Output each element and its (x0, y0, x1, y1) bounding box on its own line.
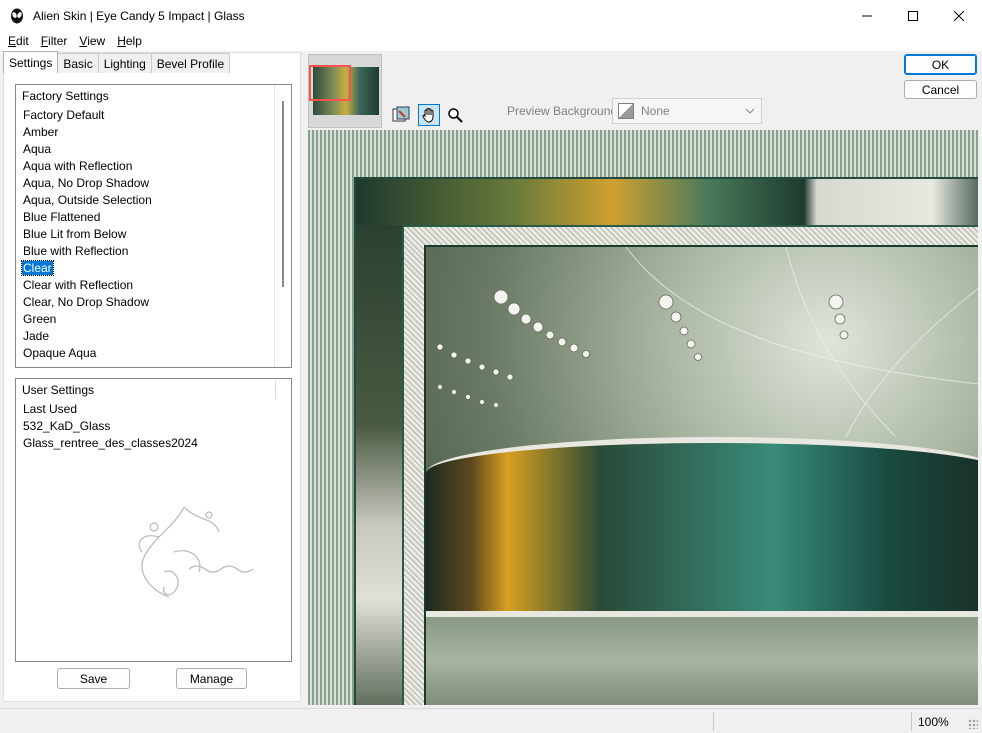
background-swatch (618, 103, 634, 119)
preview-background-value: None (641, 104, 670, 118)
list-item-label: Jade (23, 329, 50, 343)
list-item-label: Factory Default (23, 108, 105, 122)
tab-settings[interactable]: Settings (3, 51, 59, 73)
view-frame[interactable] (309, 65, 351, 101)
title-bar: Alien Skin | Eye Candy 5 Impact | Glass (0, 0, 982, 31)
art-bottom-panel (426, 617, 978, 705)
list-item-label: Aqua (23, 142, 52, 156)
list-item-label: Amber (23, 125, 59, 139)
list-item[interactable]: Clear with Reflection (22, 277, 291, 294)
list-item[interactable]: Jade (22, 328, 291, 345)
art-inner-frame (402, 225, 978, 705)
resize-grip[interactable] (968, 719, 978, 729)
signature-watermark (138, 506, 254, 598)
list-item[interactable]: Opaque Aqua (22, 345, 291, 362)
art-left-band (356, 225, 402, 705)
alien-skin-icon (9, 8, 25, 24)
menu-filter[interactable]: Filter (35, 34, 74, 48)
list-item-label: Blue Lit from Below (23, 227, 127, 241)
preview-canvas[interactable] (308, 130, 978, 705)
art-inner-panel (424, 245, 978, 705)
factory-settings-list[interactable]: Factory Settings Factory Default Amber Aqu… (15, 84, 292, 368)
scroll-thumb[interactable] (282, 101, 284, 287)
list-item[interactable]: Blue Flattened (22, 209, 291, 226)
list-item[interactable]: Green (22, 311, 291, 328)
list-item[interactable]: Aqua (22, 141, 291, 158)
ok-button[interactable]: OK (904, 54, 977, 75)
list-item-label: Last Used (23, 402, 78, 416)
list-item-label: Green (23, 312, 57, 326)
tab-basic[interactable]: Basic (57, 53, 99, 73)
maximize-button[interactable] (890, 0, 936, 31)
minimize-button[interactable] (844, 0, 890, 31)
tab-strip: Settings Basic Lighting Bevel Profile (3, 51, 231, 73)
list-item[interactable]: Factory Default (22, 107, 291, 124)
list-item-label: 532_KaD_Glass (23, 419, 111, 433)
window-title: Alien Skin | Eye Candy 5 Impact | Glass (33, 8, 245, 23)
list-item-label: Blue Flattened (23, 210, 101, 224)
list-item-label: Clear, No Drop Shadow (23, 295, 150, 309)
list-item[interactable]: Amber (22, 124, 291, 141)
tab-bevel-profile[interactable]: Bevel Profile (150, 53, 231, 73)
minimize-icon (862, 15, 872, 16)
zoom-level: 100% (918, 715, 949, 729)
list-item[interactable]: 532_KaD_Glass (22, 418, 291, 435)
list-item[interactable]: Blue Lit from Below (22, 226, 291, 243)
magnifier-icon (448, 108, 463, 123)
cancel-button[interactable]: Cancel (904, 80, 977, 99)
tab-lighting[interactable]: Lighting (97, 53, 152, 73)
list-item[interactable]: Blue with Reflection (22, 243, 291, 260)
list-item-label: Blue with Reflection (23, 244, 129, 258)
status-separator (911, 712, 912, 731)
preview-background-select[interactable]: None (612, 98, 762, 124)
status-separator (713, 712, 714, 731)
hand-tool-button[interactable] (418, 104, 440, 126)
menu-edit[interactable]: Edit (2, 34, 35, 48)
list-item-label: Opaque Aqua (23, 346, 97, 360)
list-item-label: Clear with Reflection (23, 278, 134, 292)
menu-bar: Edit Filter View Help (0, 31, 982, 51)
list-item[interactable]: Aqua with Reflection (22, 158, 291, 175)
header-divider (275, 381, 276, 399)
user-settings-list[interactable]: User Settings Last Used 532_KaD_Glass Glas… (15, 378, 292, 662)
list-item[interactable]: Aqua, Outside Selection (22, 192, 291, 209)
list-item-label: Aqua with Reflection (23, 159, 133, 173)
maximize-icon (908, 10, 918, 21)
art-wave-band (426, 437, 978, 617)
user-settings-header: User Settings (16, 379, 291, 401)
zoom-tool-button[interactable] (444, 104, 466, 126)
navigator-thumbnail[interactable] (308, 54, 382, 128)
art-top-band (356, 179, 978, 225)
list-item[interactable]: Last Used (22, 401, 291, 418)
list-item[interactable]: Clear (21, 260, 291, 277)
list-item[interactable]: Aqua, No Drop Shadow (22, 175, 291, 192)
menu-help[interactable]: Help (111, 34, 148, 48)
list-item[interactable]: Glass_rentree_des_classes2024 (22, 435, 291, 452)
list-item-label: Aqua, Outside Selection (23, 193, 152, 207)
status-bar: 100% (0, 708, 982, 733)
factory-scrollbar[interactable] (274, 85, 291, 367)
preview-image (354, 177, 978, 705)
menu-view[interactable]: View (73, 34, 111, 48)
list-item-label: Clear (21, 260, 54, 276)
close-button[interactable] (936, 0, 982, 31)
list-item-label: Aqua, No Drop Shadow (23, 176, 150, 190)
list-item-label: Glass_rentree_des_classes2024 (23, 436, 198, 450)
preview-toggle-icon (392, 106, 410, 122)
factory-settings-header: Factory Settings (16, 85, 291, 107)
save-button[interactable]: Save (57, 668, 130, 689)
toggle-preview-button[interactable] (390, 104, 412, 126)
hand-icon (422, 108, 434, 123)
close-icon (954, 10, 964, 21)
list-item[interactable]: Clear, No Drop Shadow (22, 294, 291, 311)
chevron-down-icon (745, 108, 755, 114)
glass-beads (436, 247, 978, 437)
preview-background-label: Preview Background: (507, 104, 621, 118)
manage-button[interactable]: Manage (176, 668, 247, 689)
